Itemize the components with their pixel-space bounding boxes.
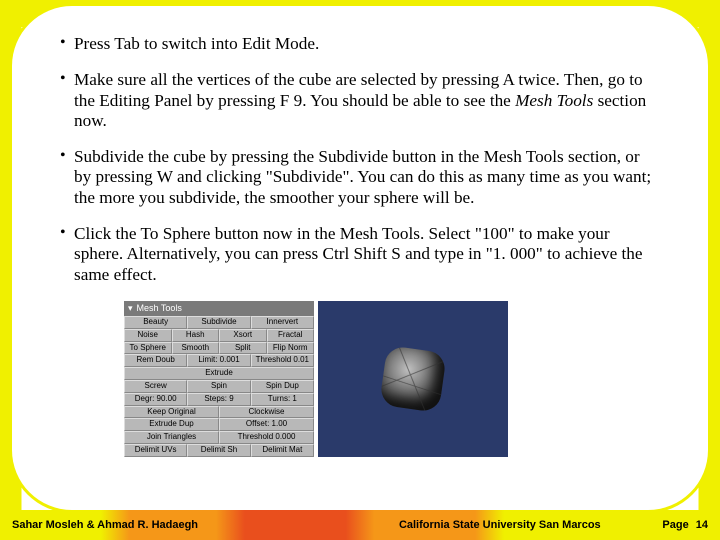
panel-row: Extrude xyxy=(124,367,314,380)
panel-button[interactable]: Spin xyxy=(187,380,250,393)
panel-header: Mesh Tools xyxy=(124,301,314,316)
panel-button[interactable]: Delimit Mat xyxy=(251,444,314,457)
panel-button[interactable]: Screw xyxy=(124,380,187,393)
panel-button[interactable]: Xsort xyxy=(219,329,267,342)
panel-button[interactable]: Join Triangles xyxy=(124,431,219,444)
panel-row: Keep OriginalClockwise xyxy=(124,406,314,419)
panel-row: NoiseHashXsortFractal xyxy=(124,329,314,342)
panel-button[interactable]: Split xyxy=(219,342,267,355)
footer-page: Page 14 xyxy=(662,519,708,531)
panel-row: ScrewSpinSpin Dup xyxy=(124,380,314,393)
footer-authors: Sahar Mosleh & Ahmad R. Hadaegh xyxy=(12,519,337,531)
viewport-preview xyxy=(318,301,508,457)
panel-button[interactable]: Extrude xyxy=(124,367,314,380)
panel-button[interactable]: Limit: 0.001 xyxy=(187,354,250,367)
panel-button[interactable]: Noise xyxy=(124,329,172,342)
panel-button[interactable]: Threshold 0.000 xyxy=(219,431,314,444)
panel-row: BeautySubdivideInnervert xyxy=(124,316,314,329)
panel-button[interactable]: Smooth xyxy=(172,342,220,355)
panel-button[interactable]: Delimit Sh xyxy=(187,444,250,457)
panel-title: Mesh Tools xyxy=(137,303,182,313)
panel-button[interactable]: Beauty xyxy=(124,316,187,329)
content-card: Press Tab to switch into Edit Mode. Make… xyxy=(12,6,708,510)
panel-row: Degr: 90.00Steps: 9Turns: 1 xyxy=(124,393,314,406)
bullet-text: Press Tab to switch into Edit Mode. xyxy=(74,34,319,53)
panel-button[interactable]: Threshold 0.01 xyxy=(251,354,314,367)
panel-button[interactable]: Spin Dup xyxy=(251,380,314,393)
page-number: 14 xyxy=(696,519,708,531)
bullet-text: Subdivide the cube by pressing the Subdi… xyxy=(74,147,651,207)
page-label: Page xyxy=(662,519,688,531)
panel-body: BeautySubdivideInnervertNoiseHashXsortFr… xyxy=(124,316,314,457)
bullet-text: Click the To Sphere button now in the Me… xyxy=(74,224,643,284)
panel-button[interactable]: Hash xyxy=(172,329,220,342)
panel-row: Rem DoubLimit: 0.001Threshold 0.01 xyxy=(124,354,314,367)
footer-institution: California State University San Marcos xyxy=(337,519,662,531)
panel-button[interactable]: Delimit UVs xyxy=(124,444,187,457)
slide-footer: Sahar Mosleh & Ahmad R. Hadaegh Californ… xyxy=(0,510,720,540)
panel-row: Extrude DupOffset: 1.00 xyxy=(124,418,314,431)
panel-row: Delimit UVsDelimit ShDelimit Mat xyxy=(124,444,314,457)
panel-button[interactable]: Fractal xyxy=(267,329,315,342)
panel-button[interactable]: Keep Original xyxy=(124,406,219,419)
panel-button[interactable]: Offset: 1.00 xyxy=(219,418,314,431)
panel-button[interactable]: Extrude Dup xyxy=(124,418,219,431)
bullet-item: Make sure all the vertices of the cube a… xyxy=(60,70,660,131)
panel-button[interactable]: Steps: 9 xyxy=(187,393,250,406)
figure-row: Mesh Tools BeautySubdivideInnervertNoise… xyxy=(124,301,660,457)
panel-button[interactable]: Degr: 90.00 xyxy=(124,393,187,406)
bullet-item: Subdivide the cube by pressing the Subdi… xyxy=(60,147,660,208)
panel-row: To SphereSmoothSplitFlip Norm xyxy=(124,342,314,355)
panel-button[interactable]: To Sphere xyxy=(124,342,172,355)
panel-button[interactable]: Turns: 1 xyxy=(251,393,314,406)
panel-button[interactable]: Innervert xyxy=(251,316,314,329)
panel-button[interactable]: Subdivide xyxy=(187,316,250,329)
bullet-list: Press Tab to switch into Edit Mode. Make… xyxy=(60,34,660,285)
bullet-emphasis: Mesh Tools xyxy=(515,91,593,110)
bullet-item: Click the To Sphere button now in the Me… xyxy=(60,224,660,285)
mesh-tools-panel: Mesh Tools BeautySubdivideInnervertNoise… xyxy=(124,301,314,457)
panel-row: Join TrianglesThreshold 0.000 xyxy=(124,431,314,444)
panel-button[interactable]: Flip Norm xyxy=(267,342,315,355)
faceted-sphere-icon xyxy=(379,345,447,413)
panel-button[interactable]: Clockwise xyxy=(219,406,314,419)
panel-button[interactable]: Rem Doub xyxy=(124,354,187,367)
bullet-item: Press Tab to switch into Edit Mode. xyxy=(60,34,660,54)
